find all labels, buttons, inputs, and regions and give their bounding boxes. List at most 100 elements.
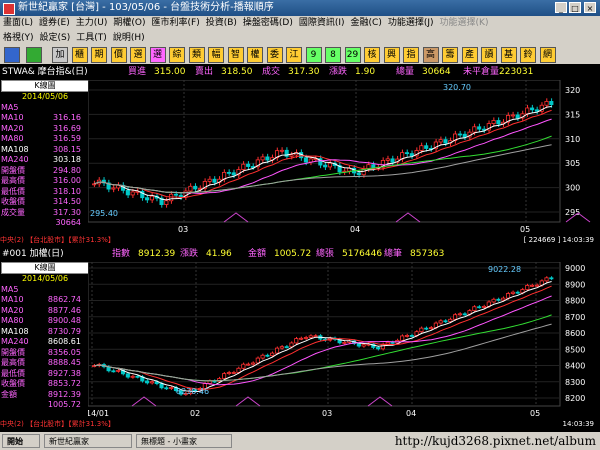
- x-tick-label: 02: [190, 409, 200, 418]
- toolbar-button[interactable]: 讀: [481, 47, 497, 63]
- menu-item[interactable]: 功能選擇(K): [437, 16, 492, 31]
- legend-label: 最低價: [1, 186, 25, 196]
- legend-label: MA20: [1, 305, 24, 315]
- legend-label: 最高價: [1, 176, 25, 185]
- toolbar-button[interactable]: 9: [305, 47, 322, 63]
- lo-label: 8230.46: [176, 387, 209, 396]
- toolbar-button[interactable]: 江: [286, 47, 302, 63]
- close-button[interactable]: ×: [584, 2, 596, 13]
- toolbar-button[interactable]: 價: [110, 47, 127, 63]
- x-tick-label: 05: [520, 225, 530, 234]
- toolbar-button[interactable]: 29: [344, 47, 361, 63]
- toolbar-button[interactable]: 核: [364, 47, 380, 63]
- y-tick-label: 8500: [565, 345, 585, 354]
- y-tick-label: 8600: [565, 329, 585, 338]
- toolbar-button[interactable]: 鈴: [520, 47, 536, 63]
- legend-label: MA5: [1, 102, 19, 112]
- toolbar-button[interactable]: 權: [247, 47, 263, 63]
- quote-label: 指數: [112, 249, 131, 259]
- quote-label: 買進: [128, 67, 147, 77]
- toolbar-button[interactable]: 智: [227, 47, 244, 63]
- menu-item[interactable]: 設定(S): [37, 31, 74, 46]
- x-tick-label: 05: [530, 409, 540, 418]
- candlestick-chart[interactable]: 32031531030530029503 04 05320.70295.40: [88, 80, 600, 236]
- quote-value: 30664: [422, 67, 451, 77]
- maximize-button[interactable]: □: [569, 2, 581, 13]
- menu-item[interactable]: 金融(C): [348, 16, 385, 31]
- toolbar-icon-button[interactable]: [26, 47, 42, 63]
- lo-label: 295.40: [90, 209, 118, 218]
- legend-row: MA80 8730.79: [1, 316, 89, 336]
- status-time: [ 224669 ] 14:03:39: [523, 236, 594, 244]
- chart-panel-mtx: STWA& 摩台指&(日) 買進 315.00 賣出 318.50 成交 317.30 漲跌 1…: [0, 66, 600, 246]
- toolbar-button[interactable]: 類: [188, 47, 205, 63]
- toolbar-button[interactable]: 加: [52, 47, 68, 63]
- toolbar-button[interactable]: 櫃: [71, 47, 88, 63]
- x-tick-label: 04: [406, 409, 416, 418]
- menu-item[interactable]: 畫面(L): [0, 16, 36, 31]
- x-tick-label: 03: [322, 409, 332, 418]
- menu-item[interactable]: 操盤密碼(D): [240, 16, 296, 31]
- menu-item[interactable]: 期權(O): [110, 16, 148, 31]
- legend-row: 開盤價 316.00: [1, 165, 89, 186]
- menu-item[interactable]: 功能選擇(J): [385, 16, 437, 31]
- y-tick-label: 300: [565, 184, 580, 193]
- toolbar-button[interactable]: 期: [91, 47, 107, 63]
- toolbar-icon-button[interactable]: [4, 47, 20, 63]
- menu-item[interactable]: 證券(E): [36, 16, 73, 31]
- toolbar-button[interactable]: 8: [325, 47, 341, 63]
- quote-label: 總量: [396, 67, 415, 77]
- legend-row: MA20 316.59: [1, 124, 89, 144]
- legend-label: MA240: [1, 155, 29, 164]
- ma-legend: K線圖 2014/05/06 MA5 316.16 MA10 316.69 MA20 316.…: [1, 80, 89, 228]
- minimize-button[interactable]: _: [555, 2, 567, 13]
- quote-value: 315.00: [154, 67, 186, 77]
- menu-item[interactable]: 匯市利率(F): [149, 16, 203, 31]
- toolbar-button[interactable]: 選: [130, 47, 146, 63]
- legend-label: MA240: [1, 337, 29, 346]
- x-tick-label: 14/01: [88, 409, 109, 418]
- toolbar-button[interactable]: 產: [461, 47, 478, 63]
- menu-item[interactable]: 工具(T): [73, 31, 110, 46]
- symbol-name[interactable]: #001 加權(日): [2, 248, 64, 261]
- symbol-name[interactable]: STWA& 摩台指&(日): [2, 66, 88, 79]
- menu-item[interactable]: 國際資訊(I): [296, 16, 348, 31]
- toolbar-button[interactable]: 幅: [208, 47, 224, 63]
- menu-item[interactable]: 說明(H): [110, 31, 148, 46]
- legend-label: 開盤價: [1, 165, 25, 175]
- menu-item[interactable]: 投資(B): [203, 16, 240, 31]
- legend-row: MA108 303.18: [1, 145, 89, 165]
- toolbar-button[interactable]: 綜: [169, 47, 185, 63]
- legend-date: 2014/05/06: [21, 92, 69, 101]
- toolbar-button[interactable]: 高: [422, 47, 439, 63]
- toolbar-button[interactable]: 選: [149, 47, 166, 63]
- y-tick-label: 310: [565, 135, 580, 144]
- y-tick-label: 315: [565, 110, 580, 119]
- candlestick-chart[interactable]: 9000 8900 8800 8700 8600 8500 8400 8300 8200 14/0…: [88, 262, 600, 420]
- taskbar-item-paint[interactable]: 無標題 - 小畫家: [136, 434, 232, 448]
- toolbar-button[interactable]: 興: [383, 47, 400, 63]
- plot-area: [88, 262, 561, 407]
- legend-row: 金額 1005.72: [1, 389, 89, 410]
- legend-row: 收盤價 317.30: [1, 197, 89, 217]
- toolbar-button[interactable]: 委: [266, 47, 283, 63]
- quote-value: 1005.72: [274, 249, 312, 259]
- legend-label: MA108: [1, 326, 29, 336]
- legend-label: 金額: [1, 389, 17, 399]
- legend-label: MA10: [1, 295, 24, 304]
- status-line: 中央(2) 【台北股市】【累計31.3%】 14:03:39: [0, 420, 600, 428]
- toolbar-button[interactable]: 網: [539, 47, 556, 63]
- taskbar: 開始 新世紀贏家 無標題 - 小畫家 http://kujd3268.pixne…: [0, 432, 600, 450]
- legend-row: 成交量 30664: [1, 208, 89, 228]
- toolbar-button[interactable]: 指: [403, 47, 419, 63]
- legend-label: MA10: [1, 113, 24, 122]
- legend-label: MA5: [1, 284, 19, 294]
- toolbar-button[interactable]: 籌: [442, 47, 458, 63]
- taskbar-item-app[interactable]: 新世紀贏家: [44, 434, 132, 448]
- start-button[interactable]: 開始: [2, 434, 40, 448]
- toolbar-button[interactable]: 基: [500, 47, 517, 63]
- quote-value: 5176446: [342, 249, 383, 259]
- menu-item[interactable]: 格視(Y): [0, 31, 37, 46]
- menu-item[interactable]: 主力(U): [73, 16, 111, 31]
- quote-label: 未平倉量: [463, 67, 500, 77]
